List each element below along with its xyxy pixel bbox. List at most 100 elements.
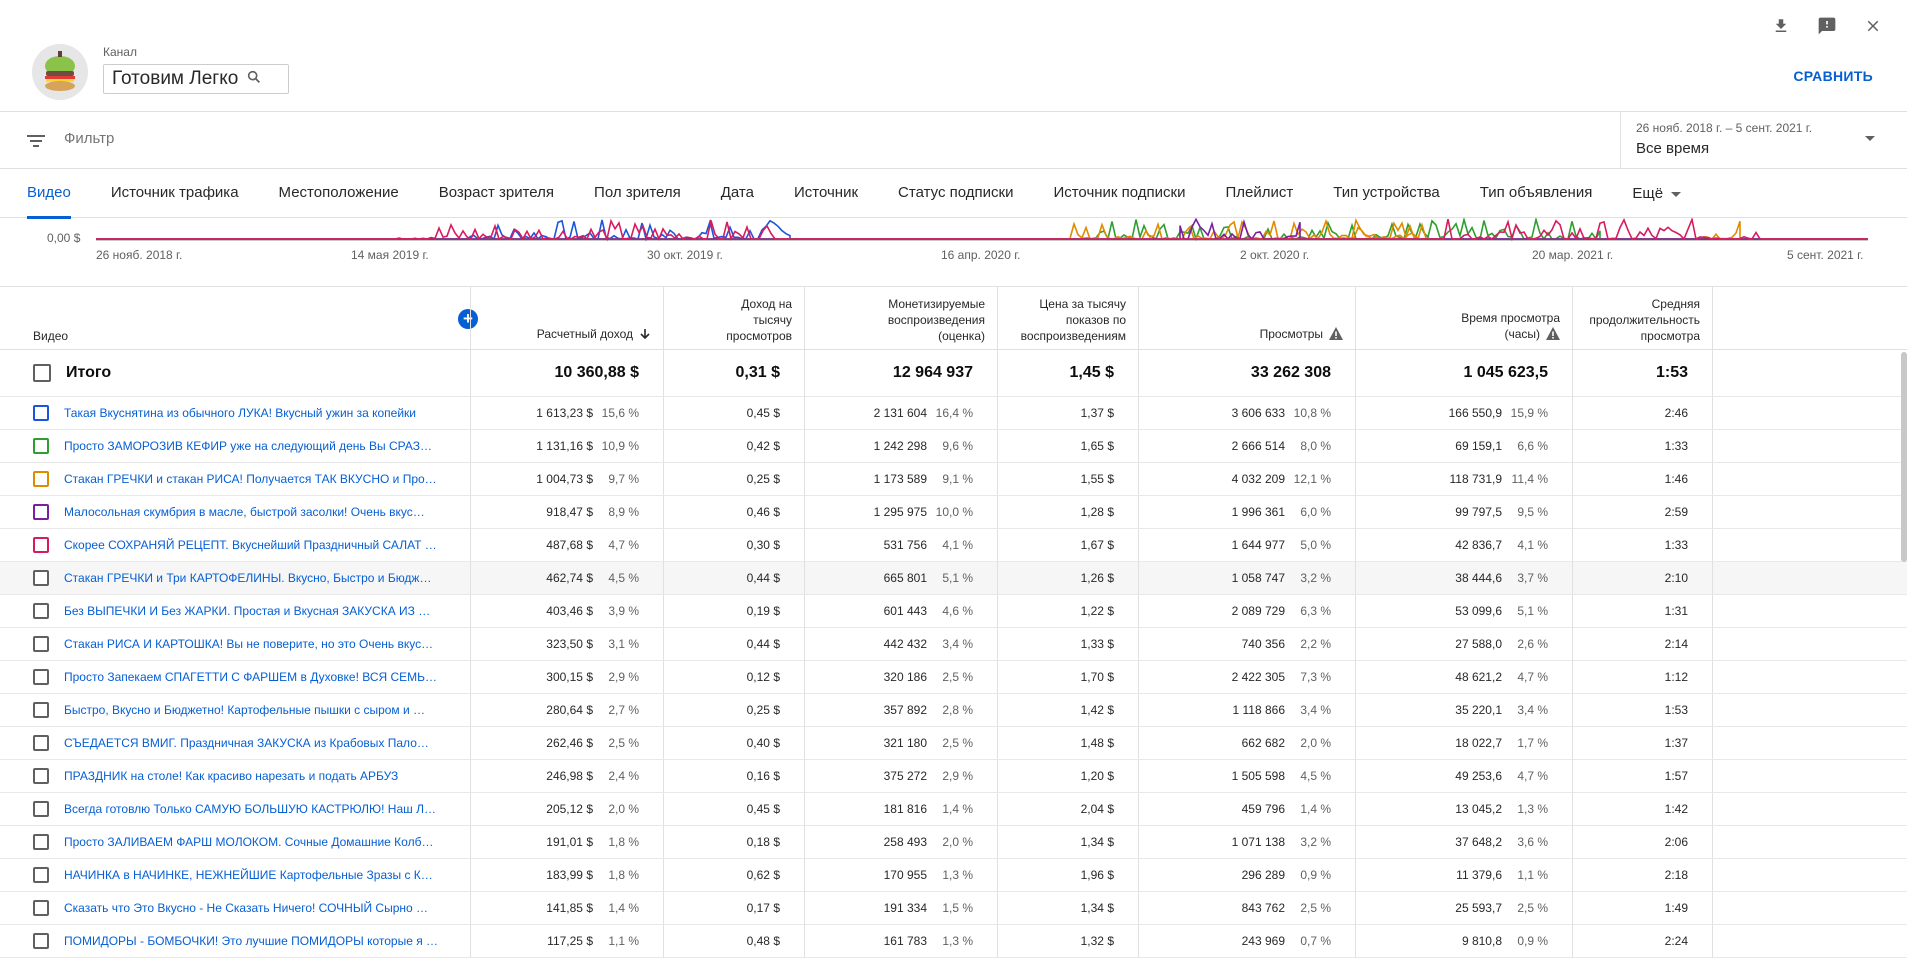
video-title-link[interactable]: Скорее СОХРАНЯЙ РЕЦЕПТ. Вкуснейший Празд… [64,538,437,552]
percent-watch: 3,4 % [1517,703,1548,717]
cell-views: 296 289 0,9 % [1138,859,1355,891]
tab-more[interactable]: Ещё [1632,170,1682,218]
value-monetized: 665 801 [883,571,927,585]
table-row[interactable]: Просто ЗАМОРОЗИВ КЕФИР уже на следующий … [0,430,1907,463]
row-checkbox[interactable] [33,405,49,421]
row-checkbox[interactable] [33,933,49,949]
tab-playlist[interactable]: Плейлист [1226,170,1294,218]
table-row[interactable]: ПРАЗДНИК на столе! Как красиво нарезать … [0,760,1907,793]
row-checkbox[interactable] [33,438,49,454]
cell-revenue: 918,47 $ 8,9 % [470,496,663,528]
video-title-link[interactable]: Стакан ГРЕЧКИ и стакан РИСА! Получается … [64,472,437,486]
percent-monetized: 4,1 % [942,538,973,552]
table-row[interactable]: Быстро, Вкусно и Бюджетно! Картофельные … [0,694,1907,727]
tab-traffic-source[interactable]: Источник трафика [111,170,239,218]
video-title-link[interactable]: Малосольная скумбрия в масле, быстрой за… [64,505,425,519]
scrollbar[interactable] [1901,352,1907,562]
row-checkbox[interactable] [33,867,49,883]
col-revenue[interactable]: Расчетный доход [470,287,663,350]
video-title-link[interactable]: ПОМИДОРЫ - БОМБОЧКИ! Это лучшие ПОМИДОРЫ… [64,934,438,948]
col-rpm[interactable]: Доход на тысячу просмотров [663,287,804,350]
filter-input[interactable] [64,130,664,147]
video-title-link[interactable]: Такая Вкуснятина из обычного ЛУКА! Вкусн… [64,406,416,420]
row-checkbox[interactable] [33,504,49,520]
video-title-link[interactable]: Стакан РИСА И КАРТОШКА! Вы не поверите, … [64,637,433,651]
filter-icon[interactable] [26,132,46,155]
cell-cpm: 1,65 $ [997,430,1138,462]
row-checkbox[interactable] [33,702,49,718]
channel-selector[interactable]: Готовим Легко [103,64,289,94]
row-checkbox[interactable] [33,735,49,751]
row-checkbox[interactable] [33,834,49,850]
row-checkbox[interactable] [33,900,49,916]
tab-viewer-gender[interactable]: Пол зрителя [594,170,681,218]
col-watch-time[interactable]: Время просмотра (часы) [1355,287,1572,350]
table-row[interactable]: Сказать что Это Вкусно - Не Сказать Ниче… [0,892,1907,925]
cell-revenue: 462,74 $ 4,5 % [470,562,663,594]
value-cpm: 1,20 $ [1080,769,1114,783]
video-title-link[interactable]: Всегда готовлю Только САМУЮ БОЛЬШУЮ КАСТ… [64,802,436,816]
percent-views: 0,7 % [1300,934,1331,948]
video-title-link[interactable]: Просто Запекаем СПАГЕТТИ С ФАРШЕМ в Духо… [64,670,437,684]
tab-source[interactable]: Источник [794,170,858,218]
download-icon[interactable] [1767,12,1795,40]
video-title-link[interactable]: Быстро, Вкусно и Бюджетно! Картофельные … [64,703,425,717]
video-title-link[interactable]: Просто ЗАЛИВАЕМ ФАРШ МОЛОКОМ. Сочные Дом… [64,835,433,849]
video-title-link[interactable]: Стакан ГРЕЧКИ и Три КАРТОФЕЛИНЫ. Вкусно,… [64,571,431,585]
select-all-checkbox[interactable] [33,364,51,382]
warning-icon[interactable] [1546,327,1560,344]
video-title-link[interactable]: Сказать что Это Вкусно - Не Сказать Ниче… [64,901,428,915]
row-checkbox[interactable] [33,570,49,586]
table-row[interactable]: Скорее СОХРАНЯЙ РЕЦЕПТ. Вкуснейший Празд… [0,529,1907,562]
row-checkbox[interactable] [33,537,49,553]
row-checkbox[interactable] [33,636,49,652]
tab-video[interactable]: Видео [27,170,71,219]
table-row[interactable]: Стакан ГРЕЧКИ и Три КАРТОФЕЛИНЫ. Вкусно,… [0,562,1907,595]
table-row[interactable]: Без ВЫПЕЧКИ И Без ЖАРКИ. Простая и Вкусн… [0,595,1907,628]
value-monetized: 601 443 [883,604,927,618]
percent-views: 4,5 % [1300,769,1331,783]
col-avg-duration[interactable]: Средняя продолжительность просмотра [1572,287,1713,350]
value-revenue: 1 131,16 $ [536,439,593,453]
row-checkbox[interactable] [33,669,49,685]
video-title-link[interactable]: Без ВЫПЕЧКИ И Без ЖАРКИ. Простая и Вкусн… [64,604,430,618]
value-monetized: 170 955 [883,868,927,882]
close-icon[interactable] [1859,12,1887,40]
video-title-link[interactable]: НАЧИНКА в НАЧИНКЕ, НЕЖНЕЙШИЕ Картофельны… [64,868,433,882]
tab-location[interactable]: Местоположение [279,170,399,218]
search-icon[interactable] [246,69,262,90]
table-row[interactable]: Малосольная скумбрия в масле, быстрой за… [0,496,1907,529]
table-row[interactable]: Стакан ГРЕЧКИ и стакан РИСА! Получается … [0,463,1907,496]
table-row[interactable]: СЪЕДАЕТСЯ ВМИГ. Праздничная ЗАКУСКА из К… [0,727,1907,760]
tab-subscription-status[interactable]: Статус подписки [898,170,1013,218]
video-title-link[interactable]: ПРАЗДНИК на столе! Как красиво нарезать … [64,769,398,783]
video-title-link[interactable]: СЪЕДАЕТСЯ ВМИГ. Праздничная ЗАКУСКА из К… [64,736,429,750]
table-row[interactable]: Просто ЗАЛИВАЕМ ФАРШ МОЛОКОМ. Сочные Дом… [0,826,1907,859]
table-row[interactable]: Стакан РИСА И КАРТОШКА! Вы не поверите, … [0,628,1907,661]
tab-device-type[interactable]: Тип устройства [1333,170,1439,218]
value-views: 296 289 [1241,868,1285,882]
col-cpm[interactable]: Цена за тысячу показов по воспроизведени… [997,287,1138,350]
tab-ad-type[interactable]: Тип объявления [1480,170,1593,218]
compare-button[interactable]: СРАВНИТЬ [1793,68,1873,84]
date-range-selector[interactable]: 26 нояб. 2018 г. – 5 сент. 2021 г. Все в… [1620,112,1907,169]
row-checkbox[interactable] [33,801,49,817]
tab-subscription-source[interactable]: Источник подписки [1053,170,1185,218]
warning-icon[interactable] [1329,327,1343,344]
table-row[interactable]: Просто Запекаем СПАГЕТТИ С ФАРШЕМ в Духо… [0,661,1907,694]
row-checkbox[interactable] [33,603,49,619]
row-checkbox[interactable] [33,768,49,784]
video-title-link[interactable]: Просто ЗАМОРОЗИВ КЕФИР уже на следующий … [64,439,432,453]
col-monetized[interactable]: Монетизируемые воспроизведения (оценка) [804,287,997,350]
table-row[interactable]: ПОМИДОРЫ - БОМБОЧКИ! Это лучшие ПОМИДОРЫ… [0,925,1907,958]
tab-viewer-age[interactable]: Возраст зрителя [439,170,554,218]
feedback-icon[interactable] [1813,12,1841,40]
value-views: 2 422 305 [1231,670,1285,684]
tab-date[interactable]: Дата [721,170,754,218]
row-checkbox[interactable] [33,471,49,487]
table-row[interactable]: НАЧИНКА в НАЧИНКЕ, НЕЖНЕЙШИЕ Картофельны… [0,859,1907,892]
table-row[interactable]: Всегда готовлю Только САМУЮ БОЛЬШУЮ КАСТ… [0,793,1907,826]
col-views[interactable]: Просмотры [1138,287,1355,350]
table-row[interactable]: Такая Вкуснятина из обычного ЛУКА! Вкусн… [0,397,1907,430]
percent-monetized: 16,4 % [935,406,973,420]
